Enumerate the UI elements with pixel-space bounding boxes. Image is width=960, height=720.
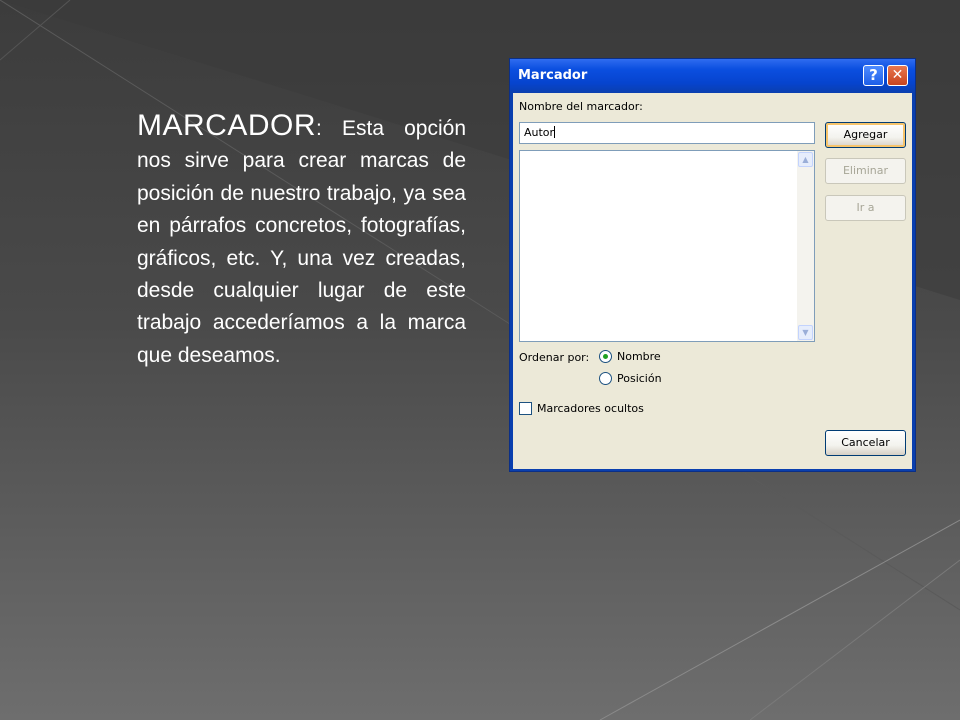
bookmark-name-value: Autor xyxy=(524,126,555,139)
bookmark-name-input[interactable]: Autor xyxy=(519,122,815,144)
add-button[interactable]: Agregar xyxy=(825,122,906,148)
sort-by-position-label[interactable]: Posición xyxy=(617,372,662,385)
bookmark-name-label: Nombre del marcador: xyxy=(519,100,643,113)
text-caret xyxy=(554,126,556,138)
scroll-up-icon[interactable]: ▲ xyxy=(798,152,813,167)
radio-button[interactable] xyxy=(599,350,612,363)
dialog-client: Nombre del marcador: Autor ▲ ▼ Agregar E… xyxy=(513,93,912,469)
help-icon[interactable]: ? xyxy=(863,65,884,86)
bookmark-dialog: Marcador ? ✕ Nombre del marcador: Autor … xyxy=(509,58,916,472)
list-scrollbar[interactable]: ▲ ▼ xyxy=(797,151,814,341)
slide-heading: MARCADOR xyxy=(137,109,317,142)
hidden-bookmarks-checkbox[interactable] xyxy=(519,402,532,415)
radio-button[interactable] xyxy=(599,372,612,385)
close-icon[interactable]: ✕ xyxy=(887,65,908,86)
slide-text: MARCADOR: Esta opción nos sirve para cre… xyxy=(137,109,466,372)
delete-button[interactable]: Eliminar xyxy=(825,158,906,184)
slide-body: Esta opción nos sirve para crear marcas … xyxy=(137,117,466,367)
sort-by-name-label[interactable]: Nombre xyxy=(617,350,661,363)
dialog-titlebar[interactable]: Marcador ? ✕ xyxy=(510,59,915,93)
hidden-bookmarks-label[interactable]: Marcadores ocultos xyxy=(537,402,644,415)
cancel-button[interactable]: Cancelar xyxy=(825,430,906,456)
sort-by-label: Ordenar por: xyxy=(519,351,590,364)
goto-button[interactable]: Ir a xyxy=(825,195,906,221)
radio-selected-dot xyxy=(603,354,608,359)
dialog-title: Marcador xyxy=(518,68,588,83)
scroll-down-icon[interactable]: ▼ xyxy=(798,325,813,340)
bookmark-list[interactable]: ▲ ▼ xyxy=(519,150,815,342)
